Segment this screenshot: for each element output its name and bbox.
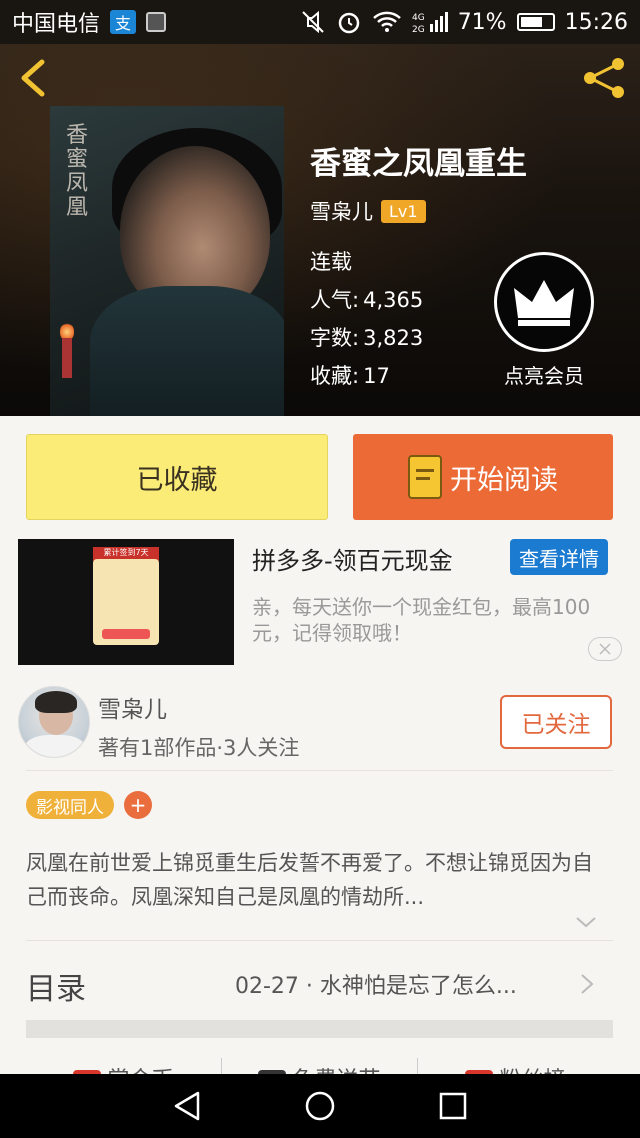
author-name[interactable]: 雪枭儿 <box>310 196 373 226</box>
book-cover[interactable]: 香蜜 凤凰 <box>50 106 284 416</box>
ad-description: 亲，每天送你一个现金红包，最高100元，记得领取哦！ <box>252 595 591 645</box>
author-card-meta: 著有1部作品·3人关注 <box>98 736 300 760</box>
clock: 15:26 <box>564 9 628 35</box>
section-separator <box>26 1020 613 1038</box>
svg-text:2G: 2G <box>412 25 425 34</box>
popularity-stat: 人气: 4,365 <box>310 288 424 312</box>
book-title: 香蜜之凤凰重生 <box>310 146 527 182</box>
expand-synopsis-button[interactable] <box>574 912 598 932</box>
add-tag-button[interactable]: + <box>124 791 152 819</box>
collected-button[interactable]: 已收藏 <box>26 434 328 520</box>
chevron-down-icon <box>576 917 596 928</box>
triangle-back-icon <box>174 1091 199 1121</box>
serial-status: 连载 <box>310 250 352 274</box>
gallery-icon <box>146 12 167 32</box>
favorites-stat: 收藏: 17 <box>310 364 390 388</box>
word-count-stat: 字数: 3,823 <box>310 326 424 350</box>
alipay-icon: 支 <box>110 10 137 34</box>
back-arrow-icon <box>21 59 45 97</box>
home-circle-icon <box>305 1091 335 1121</box>
system-nav-bar <box>0 1074 640 1138</box>
share-icon <box>584 58 624 98</box>
battery-icon <box>516 13 555 31</box>
crown-icon <box>494 252 594 352</box>
author-card-name[interactable]: 雪枭儿 <box>98 690 167 724</box>
share-button[interactable] <box>578 56 630 100</box>
ad-close-button[interactable] <box>588 637 622 661</box>
genre-tag[interactable]: 影视同人 <box>26 791 114 819</box>
divider <box>26 940 613 941</box>
status-bar: 中国电信 支 4G 2G 71% 15:26 <box>0 0 640 44</box>
svg-text:4G: 4G <box>412 13 425 23</box>
wifi-icon <box>372 10 402 34</box>
catalog-arrow[interactable] <box>578 972 596 996</box>
vip-label: 点亮会员 <box>504 364 584 388</box>
divider <box>26 770 613 771</box>
carrier-name: 中国电信 <box>12 12 101 37</box>
alarm-icon <box>336 9 362 35</box>
author-avatar[interactable] <box>18 686 90 758</box>
nav-recents-button[interactable] <box>431 1084 475 1128</box>
level-badge: Lv1 <box>381 199 426 223</box>
nav-back-button[interactable] <box>165 1084 209 1128</box>
signal-icon: 4G 2G <box>412 10 448 34</box>
catalog-label[interactable]: 目录 <box>26 964 86 1008</box>
ad-details-button[interactable]: 查看详情 <box>510 539 608 575</box>
book-header: 香蜜 凤凰 香蜜之凤凰重生 雪枭儿 Lv1 连载 人气: 4,365 字数: 3,8… <box>0 44 640 416</box>
close-icon <box>599 643 611 655</box>
vip-button[interactable]: 点亮会员 <box>492 252 596 392</box>
chevron-right-icon <box>581 974 594 994</box>
synopsis[interactable]: 凤凰在前世爱上锦觅重生后发誓不再爱了。不想让锦觅因为自己而丧命。凤凰深知自己是凤… <box>26 846 613 914</box>
mute-icon <box>300 9 326 35</box>
book-icon <box>408 455 442 499</box>
ad-image[interactable]: 累计签到7天 <box>18 539 234 665</box>
followed-button[interactable]: 已关注 <box>500 695 612 749</box>
square-recents-icon <box>440 1092 467 1120</box>
back-button[interactable] <box>14 56 54 100</box>
nav-home-button[interactable] <box>298 1084 342 1128</box>
author-row[interactable]: 雪枭儿 Lv1 <box>310 196 426 226</box>
ad-title[interactable]: 拼多多-领百元现金 <box>252 541 453 576</box>
battery-percent: 71% <box>457 9 507 35</box>
latest-chapter[interactable]: 02-27 · 水神怕是忘了怎么... <box>235 968 565 1000</box>
cover-calligraphy: 香蜜 凤凰 <box>66 123 89 220</box>
start-reading-button[interactable]: 开始阅读 <box>353 434 613 520</box>
